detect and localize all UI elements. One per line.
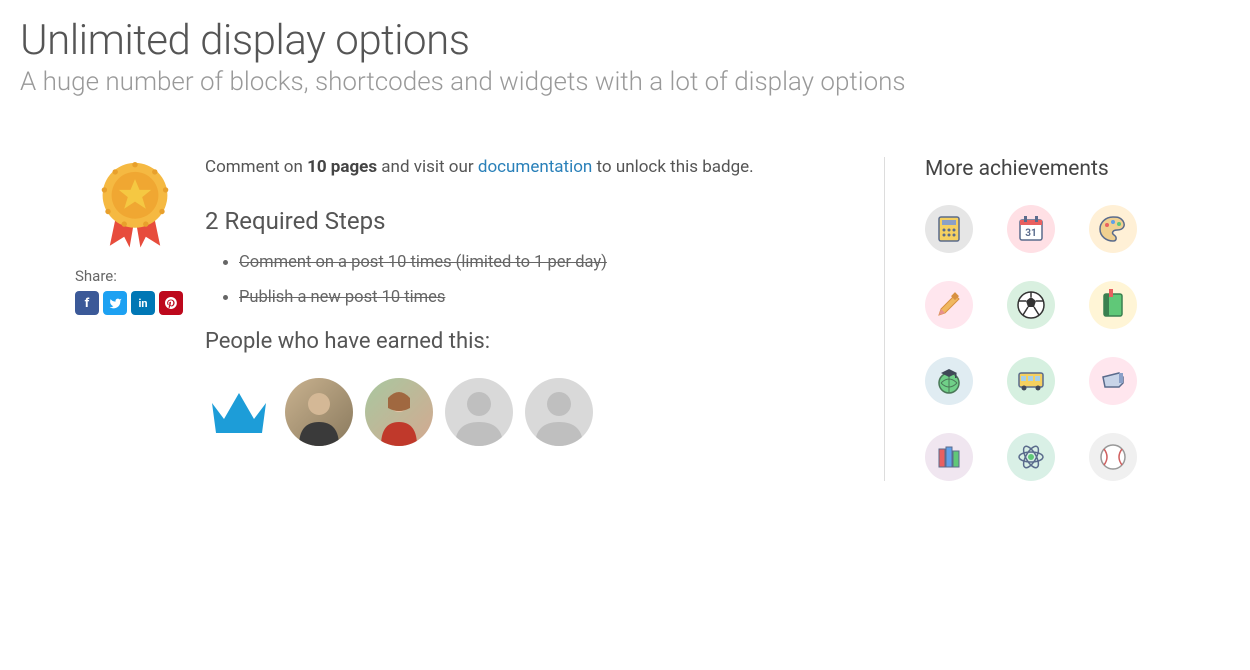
avatar-user[interactable] xyxy=(365,378,433,446)
achievement-bus[interactable] xyxy=(1007,357,1055,405)
crown-icon xyxy=(208,387,270,437)
achievement-globe-cap[interactable] xyxy=(925,357,973,405)
bus-icon xyxy=(1013,363,1049,399)
required-steps-heading: 2 Required Steps xyxy=(205,207,874,235)
achievements-grid: 31 xyxy=(925,205,1175,481)
share-label: Share: xyxy=(75,267,195,285)
more-achievements-heading: More achievements xyxy=(925,157,1175,181)
achievement-atom[interactable] xyxy=(1007,433,1055,481)
facebook-icon: f xyxy=(85,296,90,311)
avatar-placeholder[interactable] xyxy=(445,378,513,446)
required-steps-list: Comment on a post 10 times (limited to 1… xyxy=(205,253,874,307)
intro-text: Comment on 10 pages and visit our docume… xyxy=(205,157,874,177)
page-subtitle: A huge number of blocks, shortcodes and … xyxy=(20,67,1230,97)
palette-icon xyxy=(1095,211,1131,247)
share-facebook-button[interactable]: f xyxy=(75,291,99,315)
achievement-calendar[interactable]: 31 xyxy=(1007,205,1055,253)
pinterest-icon xyxy=(165,297,177,309)
calendar-icon: 31 xyxy=(1013,211,1049,247)
achievement-books[interactable] xyxy=(925,433,973,481)
soccer-icon xyxy=(1013,287,1049,323)
achievement-soccer[interactable] xyxy=(1007,281,1055,329)
iron-icon xyxy=(1095,363,1131,399)
vertical-divider xyxy=(884,157,885,481)
twitter-icon xyxy=(109,297,122,310)
badge-medal-icon xyxy=(90,157,180,257)
linkedin-icon: in xyxy=(138,297,147,310)
share-linkedin-button[interactable]: in xyxy=(131,291,155,315)
avatar-placeholder[interactable] xyxy=(525,378,593,446)
share-pinterest-button[interactable] xyxy=(159,291,183,315)
page-title: Unlimited display options xyxy=(20,16,1230,65)
svg-text:31: 31 xyxy=(1025,228,1036,239)
avatar-user[interactable] xyxy=(285,378,353,446)
avatar-crown[interactable] xyxy=(205,378,273,446)
people-earned-heading: People who have earned this: xyxy=(205,329,874,354)
atom-icon xyxy=(1013,439,1049,475)
achievement-baseball[interactable] xyxy=(1089,433,1137,481)
calculator-icon xyxy=(931,211,967,247)
pencil-icon xyxy=(931,287,967,323)
achievement-pencil[interactable] xyxy=(925,281,973,329)
step-item: Publish a new post 10 times xyxy=(239,288,874,307)
books-icon xyxy=(931,439,967,475)
achievement-calculator[interactable] xyxy=(925,205,973,253)
achievement-iron[interactable] xyxy=(1089,357,1137,405)
documentation-link[interactable]: documentation xyxy=(478,157,592,177)
step-item: Comment on a post 10 times (limited to 1… xyxy=(239,253,874,272)
share-twitter-button[interactable] xyxy=(103,291,127,315)
achievement-notebook[interactable] xyxy=(1089,281,1137,329)
globe-cap-icon xyxy=(931,363,967,399)
achievement-palette[interactable] xyxy=(1089,205,1137,253)
notebook-icon xyxy=(1095,287,1131,323)
baseball-icon xyxy=(1095,439,1131,475)
earned-avatars xyxy=(205,378,874,446)
